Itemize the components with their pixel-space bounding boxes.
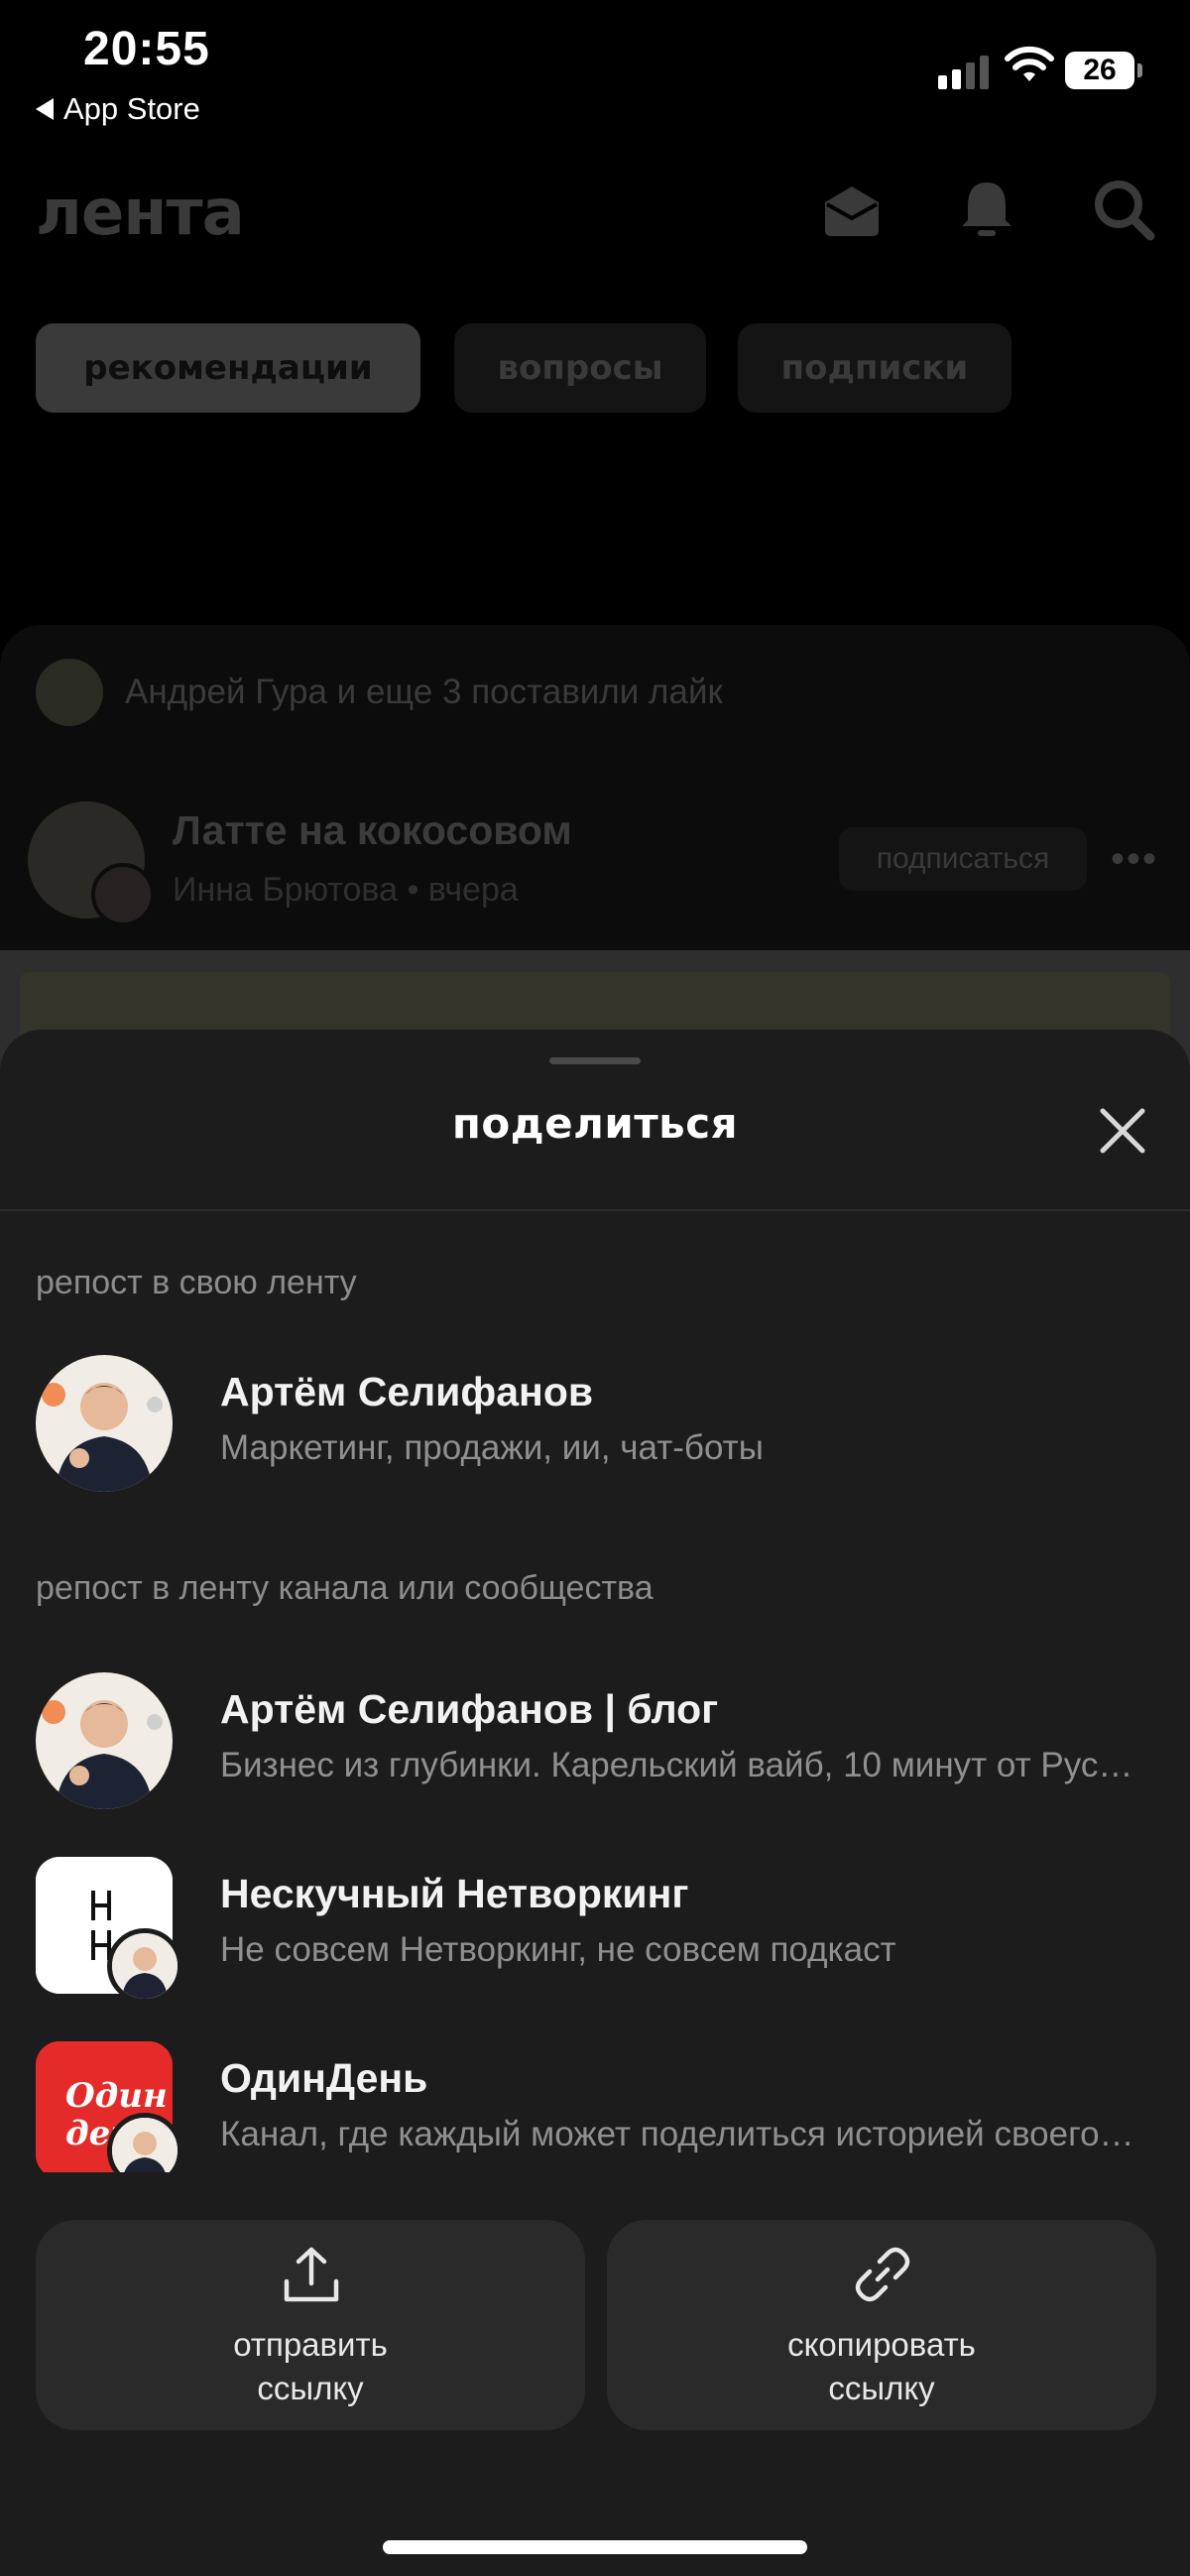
- more-options-icon[interactable]: •••: [1111, 837, 1158, 882]
- repost-channel-blog[interactable]: Артём Селифанов | блог Бизнес из глубинк…: [0, 1672, 1190, 1821]
- likes-text: Андрей Гура и еще 3 поставили лайк: [125, 673, 723, 711]
- copy-link-label: скопировать ссылку: [787, 2326, 976, 2406]
- back-to-app-store[interactable]: App Store: [36, 91, 200, 127]
- channel-description: Бизнес из глубинки. Карельский вайб, 10 …: [220, 1746, 1142, 1784]
- wifi-icon: [1005, 46, 1054, 81]
- close-icon[interactable]: [1091, 1099, 1154, 1163]
- subscribe-button[interactable]: подписаться: [839, 827, 1087, 891]
- liker-avatar: [36, 659, 103, 726]
- battery-indicator: 26: [1065, 52, 1142, 89]
- home-indicator[interactable]: [383, 2540, 807, 2554]
- status-time: 20:55: [83, 23, 210, 75]
- share-upload-icon: [284, 2247, 339, 2302]
- section-label-own-feed: репост в свою ленту: [36, 1264, 357, 1301]
- avatar: [36, 1355, 173, 1492]
- sheet-grabber[interactable]: [549, 1057, 641, 1064]
- channel-name: Артём Селифанов | блог: [220, 1686, 719, 1732]
- channel-description: Не совсем Нетворкинг, не совсем подкаст: [220, 1930, 896, 1969]
- post-title[interactable]: Латте на кокосовом: [173, 807, 572, 854]
- tab-subscriptions[interactable]: подписки: [738, 323, 1012, 413]
- repost-channel-odinden[interactable]: Один день ОдинДень Канал, где каждый мож…: [0, 2041, 1190, 2190]
- sheet-divider: [0, 1209, 1190, 1211]
- owner-mini-avatar: [107, 1928, 182, 2004]
- profile-name: Артём Селифанов: [220, 1369, 594, 1414]
- likes-summary[interactable]: Андрей Гура и еще 3 поставили лайк: [36, 659, 723, 726]
- back-arrow-icon: [36, 98, 54, 120]
- bell-icon[interactable]: [954, 177, 1019, 242]
- copy-link-button[interactable]: скопировать ссылку: [607, 2220, 1156, 2430]
- repost-own-profile[interactable]: Артём Селифанов Маркетинг, продажи, ии, …: [0, 1355, 1190, 1504]
- app-logo: лента: [36, 177, 245, 250]
- link-icon: [855, 2247, 910, 2302]
- send-link-label: отправить ссылку: [233, 2326, 388, 2406]
- mail-icon[interactable]: [819, 177, 885, 242]
- channel-name: Нескучный Нетворкинг: [220, 1871, 689, 1916]
- tab-questions[interactable]: вопросы: [454, 323, 706, 413]
- back-label: App Store: [63, 91, 200, 126]
- sheet-title: поделиться: [451, 1099, 739, 1148]
- repost-channel-networking[interactable]: Нескучный Нетворкинг Не совсем Нетворкин…: [0, 1857, 1190, 2006]
- list-clip-edge: [0, 2172, 1190, 2202]
- tab-recommendations[interactable]: рекомендации: [36, 323, 420, 413]
- search-icon[interactable]: [1091, 177, 1156, 242]
- channel-description: Канал, где каждый может поделиться истор…: [220, 2115, 1142, 2153]
- section-label-channels: репост в ленту канала или сообщества: [36, 1569, 654, 1607]
- svg-text:Один: Один: [65, 2076, 168, 2116]
- avatar: [36, 1672, 173, 1809]
- channel-name: ОдинДень: [220, 2055, 428, 2101]
- send-link-button[interactable]: отправить ссылку: [36, 2220, 585, 2430]
- profile-description: Маркетинг, продажи, ии, чат-боты: [220, 1428, 764, 1467]
- post-meta: Инна Брютова • вчера: [173, 871, 519, 909]
- cellular-signal-icon: [938, 52, 989, 89]
- author-mini-avatar: [91, 863, 155, 926]
